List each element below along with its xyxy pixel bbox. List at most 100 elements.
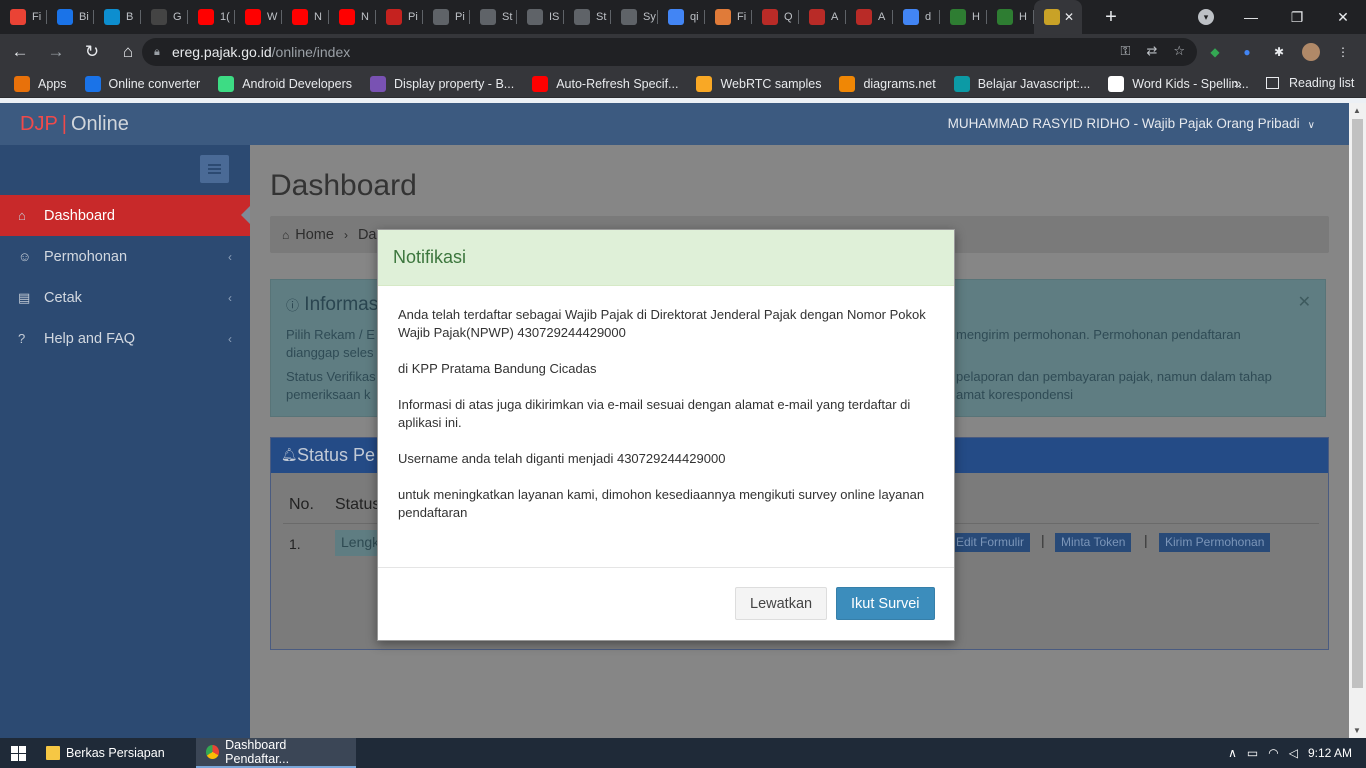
close-tab-icon[interactable]: ✕ bbox=[1064, 10, 1074, 24]
browser-tab[interactable]: A bbox=[846, 0, 893, 34]
bookmark-item[interactable]: Word Kids - Spellin... bbox=[1108, 75, 1249, 92]
address-bar[interactable]: 🔒︎ ereg.pajak.go.id/online/index ⚿ ⇄ ☆ bbox=[142, 38, 1197, 66]
profile-avatar[interactable] bbox=[1302, 43, 1320, 61]
back-button[interactable]: ← bbox=[4, 36, 36, 68]
bookmark-item[interactable]: Apps bbox=[14, 75, 67, 92]
send-request-button[interactable]: Kirim Permohonan bbox=[1159, 533, 1271, 552]
sidebar-item-dashboard[interactable]: ⌂ Dashboard bbox=[0, 195, 251, 236]
browser-tab[interactable]: St bbox=[470, 0, 517, 34]
sidebar-item-label: Cetak bbox=[44, 289, 82, 306]
clock[interactable]: 9:12 AM bbox=[1308, 746, 1352, 760]
taskbar-item-folder[interactable]: Berkas Persiapan bbox=[36, 738, 196, 768]
taskbar-item-chrome[interactable]: Dashboard Pendaftar... bbox=[196, 738, 356, 768]
browser-tab[interactable]: A bbox=[799, 0, 846, 34]
browser-tab[interactable]: Sy bbox=[611, 0, 658, 34]
info-title: ⓘ Informas bbox=[286, 294, 378, 316]
browser-tab[interactable]: IS bbox=[517, 0, 564, 34]
sidebar-item-permohonan[interactable]: ☺ Permohonan ‹ bbox=[0, 236, 250, 277]
browser-tab[interactable]: G bbox=[141, 0, 188, 34]
bookmark-item[interactable]: Display property - B... bbox=[370, 75, 514, 92]
bookmark-item[interactable]: WebRTC samples bbox=[696, 75, 821, 92]
extension-icon[interactable]: ◆ bbox=[1206, 43, 1224, 61]
tab-title: A bbox=[831, 11, 839, 23]
sidebar-item-cetak[interactable]: ▤ Cetak ‹ bbox=[0, 277, 250, 318]
browser-tab[interactable]: H bbox=[940, 0, 987, 34]
volume-icon[interactable]: ◁ bbox=[1289, 746, 1298, 760]
maximize-button[interactable]: ❐ bbox=[1274, 9, 1320, 26]
browser-tab[interactable]: Fi bbox=[705, 0, 752, 34]
browser-tab[interactable]: H bbox=[987, 0, 1034, 34]
sidebar-item-help-and-faq[interactable]: ? Help and FAQ ‹ bbox=[0, 318, 250, 359]
browser-tab[interactable]: N bbox=[282, 0, 329, 34]
minimize-button[interactable]: — bbox=[1228, 9, 1274, 25]
forward-button[interactable]: → bbox=[40, 36, 72, 68]
bookmark-item[interactable]: diagrams.net bbox=[839, 75, 936, 92]
browser-tab[interactable]: Fi bbox=[0, 0, 47, 34]
take-survey-button[interactable]: Ikut Survei bbox=[836, 587, 935, 620]
close-window-button[interactable]: ✕ bbox=[1320, 9, 1366, 26]
quora-icon bbox=[856, 9, 872, 25]
wifi-icon[interactable]: ◠ bbox=[1268, 746, 1278, 760]
info-line: Status Verifikas bbox=[286, 369, 376, 384]
puzzle-icon[interactable]: ✱ bbox=[1270, 43, 1288, 61]
globe-extension-icon[interactable]: ● bbox=[1238, 43, 1256, 61]
sidebar-toggle-button[interactable] bbox=[200, 155, 229, 183]
page-title: Dashboard bbox=[270, 169, 417, 202]
bookmark-item[interactable]: Auto-Refresh Specif... bbox=[532, 75, 678, 92]
key-icon[interactable]: ⚿ bbox=[1121, 43, 1131, 59]
chevron-left-icon: ‹ bbox=[228, 290, 232, 305]
browser-tab[interactable]: Pi bbox=[376, 0, 423, 34]
sidebar: ⌂ Dashboard ☺ Permohonan ‹ ▤ Cetak ‹? Help and F… bbox=[0, 145, 251, 738]
bookmark-item[interactable]: Online converter bbox=[84, 75, 200, 92]
scroll-down-icon[interactable]: ▼ bbox=[1353, 726, 1361, 735]
scrollbar-thumb[interactable] bbox=[1352, 119, 1363, 688]
bookmarks-bar: Apps Online converter Android Developers Di… bbox=[0, 70, 1366, 98]
bookmarks-overflow-button[interactable]: » bbox=[1234, 75, 1242, 91]
extensions-area: ◆ ● ✱ ⋮ bbox=[1206, 43, 1352, 61]
edit-form-button[interactable]: Edit Formulir bbox=[950, 533, 1031, 552]
browser-tab[interactable]: qi bbox=[658, 0, 705, 34]
close-icon[interactable]: ✕ bbox=[1298, 292, 1311, 312]
browser-tab[interactable]: Pi bbox=[423, 0, 470, 34]
modal-footer: Lewatkan Ikut Survei bbox=[378, 567, 954, 640]
webrtc-icon bbox=[696, 75, 713, 92]
browser-tab[interactable]: N bbox=[329, 0, 376, 34]
tab-search-icon[interactable]: ▾ bbox=[1198, 9, 1214, 25]
tab-title: Sy bbox=[643, 11, 656, 23]
browser-tab[interactable]: St bbox=[564, 0, 611, 34]
browser-tab[interactable]: Bi bbox=[47, 0, 94, 34]
breadcrumb-home[interactable]: Home bbox=[295, 227, 334, 243]
chevron-up-icon[interactable]: ∧ bbox=[1228, 746, 1237, 760]
browser-tab[interactable]: d bbox=[893, 0, 940, 34]
app-logo[interactable]: DJP | Online bbox=[20, 113, 129, 136]
modal-paragraph: Informasi di atas juga dikirimkan via e-… bbox=[398, 397, 911, 430]
new-tab-button[interactable]: + bbox=[1096, 6, 1126, 29]
page-scrollbar[interactable]: ▲ ▼ bbox=[1349, 103, 1366, 738]
skip-button[interactable]: Lewatkan bbox=[735, 587, 828, 620]
browser-tab[interactable]: ✕ bbox=[1034, 0, 1082, 34]
tab-title: Bi bbox=[79, 11, 89, 23]
windows-start-button[interactable] bbox=[0, 738, 36, 768]
battery-icon[interactable]: ▭ bbox=[1247, 746, 1258, 760]
bookmark-item[interactable]: Belajar Javascript:... bbox=[953, 75, 1090, 92]
bookmark-item[interactable]: Android Developers bbox=[218, 75, 353, 92]
request-token-button[interactable]: Minta Token bbox=[1055, 533, 1132, 552]
quora-icon bbox=[762, 9, 778, 25]
info-line: pemeriksaan k bbox=[286, 387, 371, 402]
browser-tab[interactable]: Q bbox=[752, 0, 799, 34]
home-button[interactable]: ⌂ bbox=[112, 36, 144, 68]
translate-icon[interactable]: ⇄ bbox=[1146, 43, 1157, 59]
menu-kebab-icon[interactable]: ⋮ bbox=[1334, 43, 1352, 61]
browser-tab[interactable]: B bbox=[94, 0, 141, 34]
reading-list-button[interactable]: Reading list bbox=[1266, 76, 1354, 90]
scroll-up-icon[interactable]: ▲ bbox=[1353, 106, 1361, 115]
lock-icon[interactable]: 🔒︎ bbox=[154, 46, 172, 59]
browser-tab[interactable]: 1( bbox=[188, 0, 235, 34]
reload-button[interactable]: ↻ bbox=[76, 36, 108, 68]
browser-tab[interactable]: W bbox=[235, 0, 282, 34]
star-icon[interactable]: ☆ bbox=[1173, 43, 1185, 59]
djp-icon bbox=[1044, 9, 1060, 25]
bookmark-label: Android Developers bbox=[242, 76, 353, 91]
user-menu[interactable]: MUHAMMAD RASYID RIDHO - Wajib Pajak Oran… bbox=[948, 116, 1315, 131]
status-panel-title: Status Pe bbox=[297, 445, 376, 465]
